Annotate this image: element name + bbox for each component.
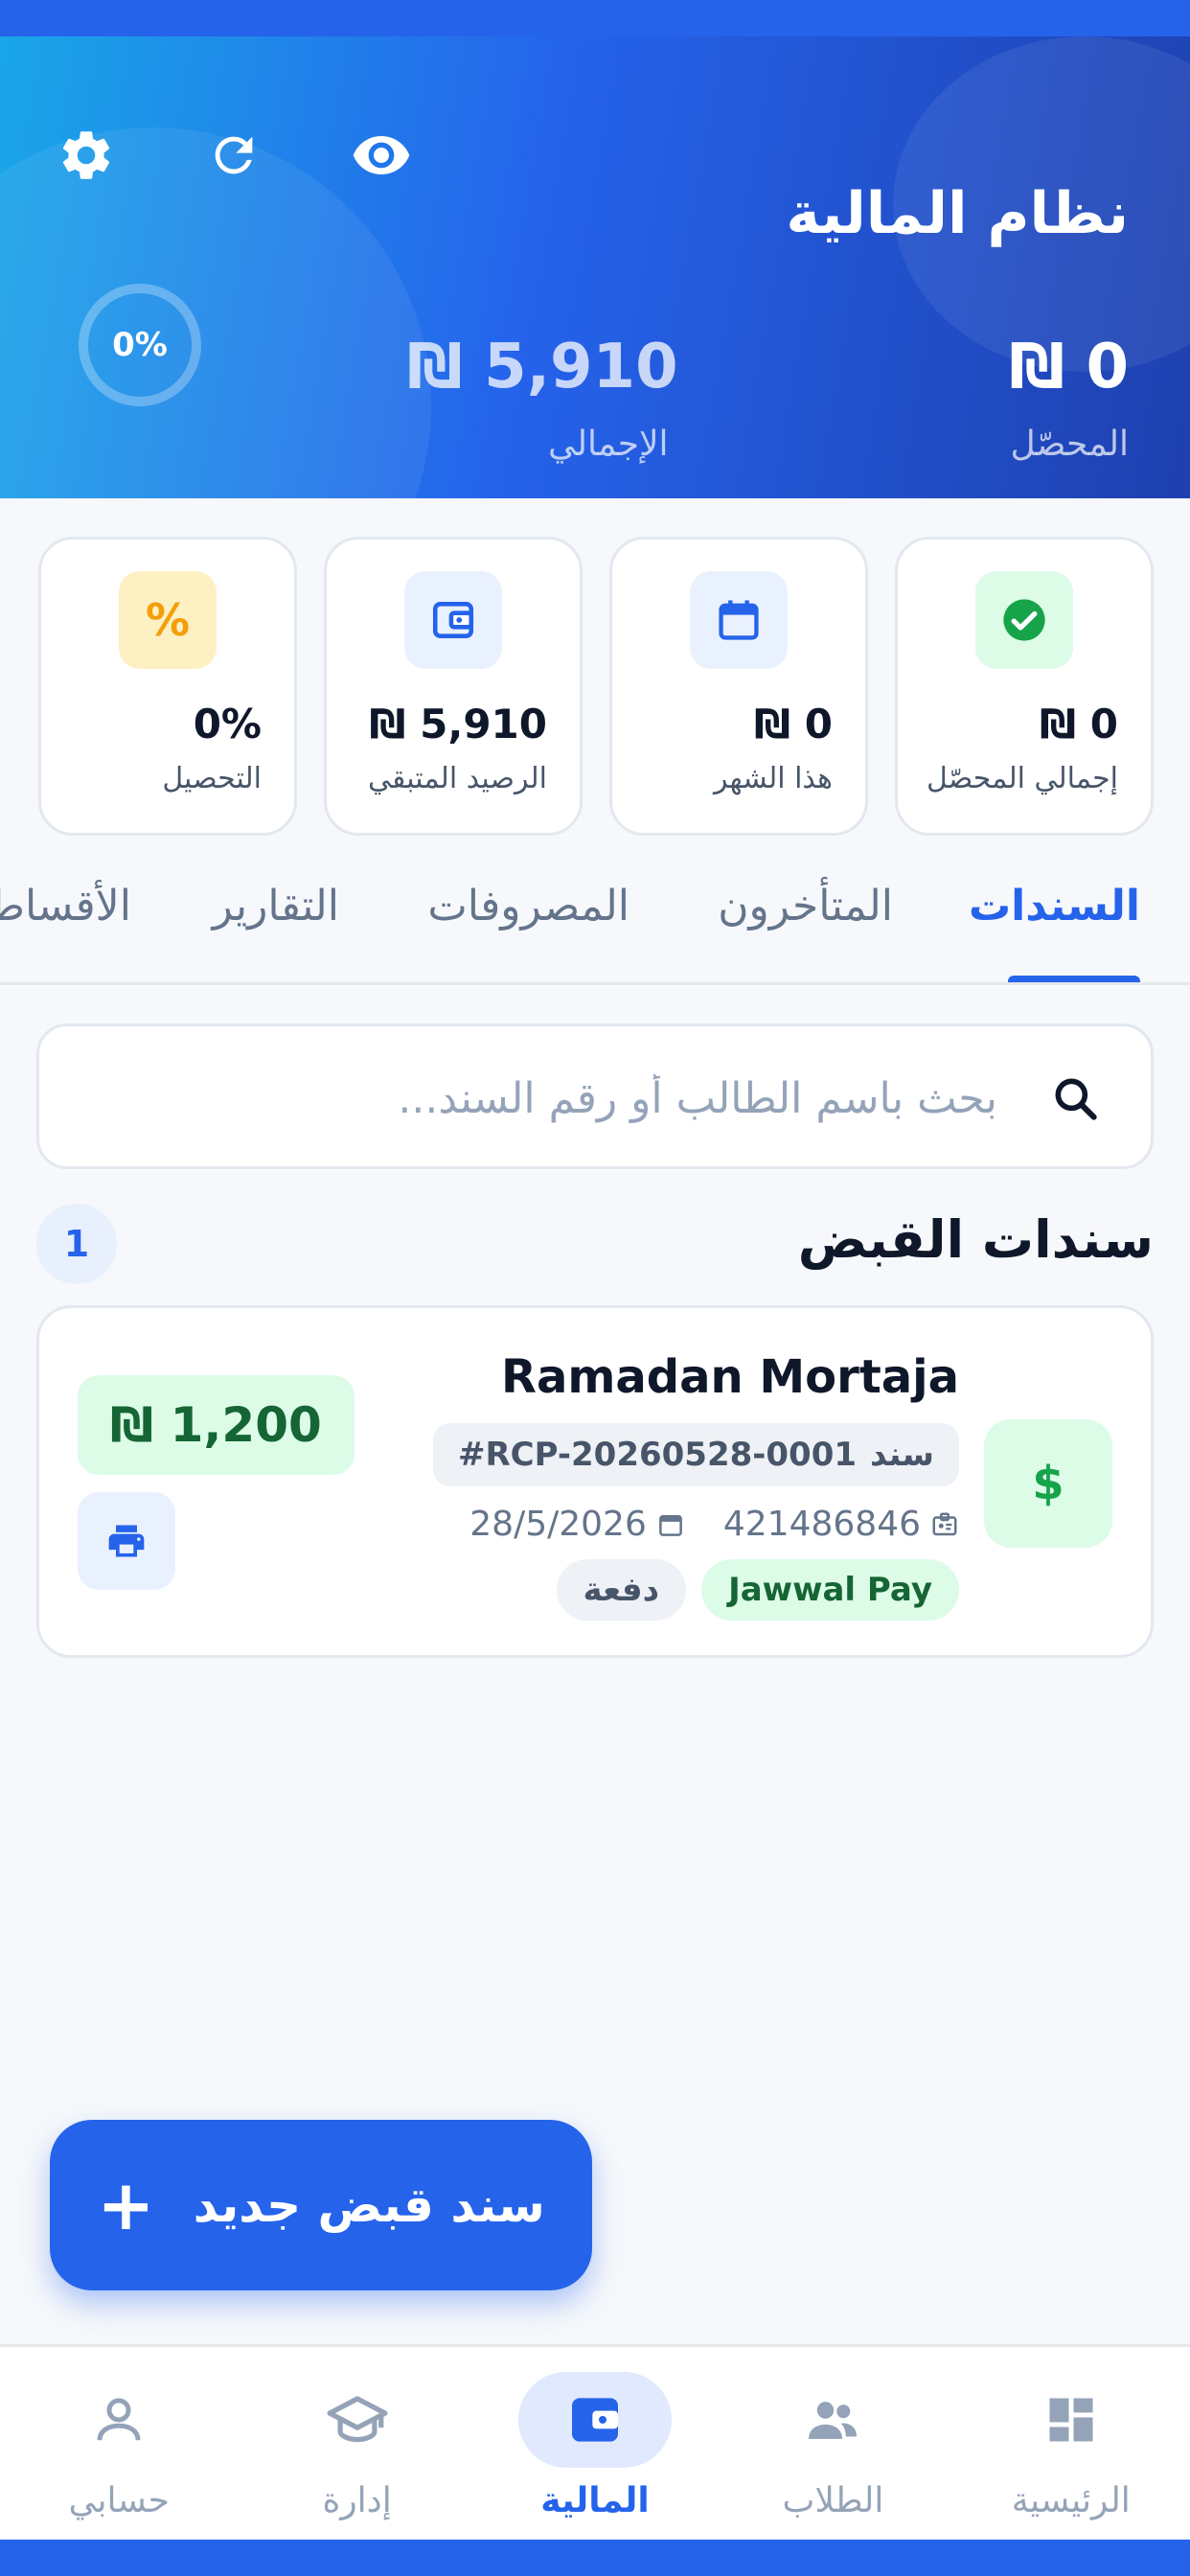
- total-amount: ₪ 5,910: [407, 332, 678, 402]
- print-icon: [108, 1525, 145, 1557]
- receipts-count-badge: 1: [36, 1204, 117, 1284]
- percent-icon: %: [119, 571, 217, 669]
- graduation-cap-icon: [281, 2372, 434, 2468]
- calendar-icon: [658, 1514, 682, 1536]
- stat-label: التحصيل: [162, 762, 262, 795]
- plus-icon: +: [97, 2165, 155, 2245]
- nav-finance[interactable]: المالية: [476, 2347, 714, 2540]
- receipt-number-prefix: سند: [870, 1436, 934, 1474]
- eye-icon[interactable]: [351, 125, 412, 186]
- receipt-amount: ₪ 1,200: [78, 1375, 355, 1475]
- active-tab-indicator: [1008, 976, 1140, 982]
- system-nav-strip: [0, 2540, 1190, 2576]
- nav-account[interactable]: حسابي: [0, 2347, 238, 2540]
- tab-reports[interactable]: التقارير: [213, 882, 339, 931]
- nav-admin[interactable]: إدارة: [238, 2347, 475, 2540]
- collected-amount: ₪ 0: [1009, 332, 1129, 402]
- stat-label: هذا الشهر: [713, 762, 833, 795]
- print-button[interactable]: [78, 1492, 175, 1590]
- new-receipt-label: سند قبض جديد: [193, 2177, 545, 2233]
- tab-expenses[interactable]: المصروفات: [427, 882, 629, 931]
- stat-value: ₪ 0: [754, 701, 833, 748]
- receipt-meta: 421486846 28/5/2026: [469, 1505, 959, 1544]
- section-title: سندات القبض: [797, 1209, 1154, 1270]
- stat-label: إجمالي المحصّل: [927, 762, 1118, 795]
- settings-icon[interactable]: [56, 125, 117, 186]
- stats-cards: ₪ 0 إجمالي المحصّل ₪ 0 هذا الشهر ₪ 5,910…: [36, 537, 1154, 836]
- nav-home[interactable]: الرئيسية: [952, 2347, 1190, 2540]
- id-badge-icon: [932, 1512, 957, 1535]
- total-label: الإجمالي: [548, 425, 669, 464]
- header-actions: [56, 125, 412, 186]
- receipt-date: 28/5/2026: [469, 1505, 685, 1544]
- finance-tabs: السندات المتأخرون المصروفات التقارير الأ…: [0, 862, 1190, 985]
- person-icon: [42, 2372, 195, 2468]
- tab-installments[interactable]: الأقساط: [0, 882, 131, 931]
- calendar-icon: [690, 571, 788, 669]
- status-bar-strip: [0, 0, 1190, 36]
- refresh-icon[interactable]: [203, 125, 264, 186]
- nav-label: المالية: [540, 2481, 650, 2520]
- nav-label: إدارة: [322, 2481, 392, 2520]
- tab-overdue[interactable]: المتأخرون: [718, 882, 893, 931]
- stat-value: ₪ 0: [1040, 701, 1118, 748]
- dollar-icon: $: [984, 1419, 1112, 1548]
- people-icon: [756, 2372, 909, 2468]
- stat-card-total-collected[interactable]: ₪ 0 إجمالي المحصّل: [895, 537, 1154, 836]
- collection-percent-ring: 0%: [79, 284, 201, 406]
- finance-header: نظام المالية 0% ₪ 0 المحصّل ₪ 5,910 الإج…: [0, 36, 1190, 498]
- nav-label: حسابي: [68, 2481, 170, 2520]
- wallet-icon: [517, 2372, 672, 2468]
- student-name: Ramadan Mortaja: [501, 1350, 959, 1404]
- stat-value: ₪ 5,910: [369, 701, 547, 748]
- student-id-value: 421486846: [722, 1505, 921, 1544]
- search-input[interactable]: [173, 1067, 997, 1130]
- payment-method-badge: Jawwal Pay: [701, 1559, 959, 1621]
- search-icon: [1049, 1072, 1103, 1126]
- bottom-navigation: الرئيسية الطلاب المالية إدارة حسابي: [0, 2344, 1190, 2540]
- receipt-chips: Jawwal Pay دفعة: [556, 1559, 959, 1621]
- receipt-number-value: #RCP-20260528-0001: [457, 1436, 858, 1474]
- stat-card-remaining-balance[interactable]: ₪ 5,910 الرصيد المتبقي: [324, 537, 583, 836]
- nav-label: الرئيسية: [1011, 2481, 1131, 2520]
- dashboard-icon: [995, 2372, 1148, 2468]
- nav-students[interactable]: الطلاب: [714, 2347, 951, 2540]
- wallet-icon: [404, 571, 502, 669]
- student-id: 421486846: [723, 1505, 959, 1544]
- receipt-date-value: 28/5/2026: [469, 1505, 647, 1544]
- nav-label: الطلاب: [782, 2481, 884, 2520]
- new-receipt-button[interactable]: سند قبض جديد +: [50, 2120, 592, 2290]
- tab-receipts[interactable]: السندات: [969, 882, 1140, 931]
- check-circle-icon: [975, 571, 1073, 669]
- receipt-card[interactable]: $ Ramadan Mortaja سند #RCP-20260528-0001…: [36, 1305, 1154, 1658]
- page-title: نظام المالية: [786, 180, 1129, 247]
- stat-value: 0%: [193, 701, 262, 748]
- payment-type-badge: دفعة: [556, 1559, 687, 1621]
- stat-label: الرصيد المتبقي: [368, 762, 547, 795]
- collected-label: المحصّل: [1010, 425, 1129, 464]
- receipt-number: سند #RCP-20260528-0001: [432, 1423, 959, 1486]
- stat-card-collection-rate[interactable]: % 0% التحصيل: [38, 537, 297, 836]
- stat-card-this-month[interactable]: ₪ 0 هذا الشهر: [609, 537, 868, 836]
- search-bar: [36, 1024, 1154, 1169]
